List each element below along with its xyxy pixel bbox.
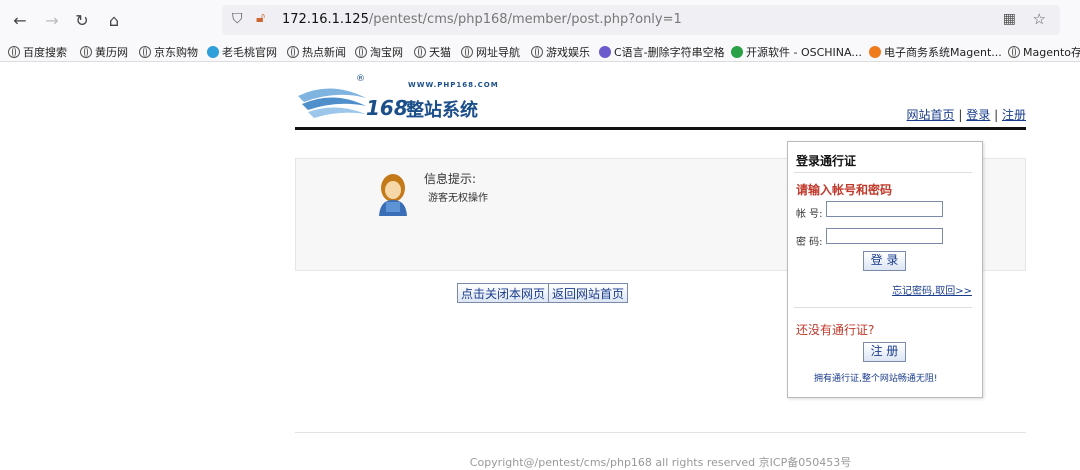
close-page-button[interactable]: 点击关闭本网页	[457, 283, 550, 303]
bookmark-item[interactable]: 老毛桃官网	[207, 44, 277, 60]
register-button[interactable]: 注 册	[863, 342, 906, 362]
address-bar[interactable]: ⛉ 🔓︎ 172.16.1.125/pentest/cms/php168/mem…	[222, 5, 1060, 35]
bookmark-item[interactable]: 百度搜索	[8, 44, 67, 60]
separator: |	[958, 108, 963, 122]
login-heading: 登录通行证	[796, 154, 857, 168]
password-label: 密 码:	[796, 237, 823, 248]
bookmark-item[interactable]: 京东购物	[139, 44, 198, 60]
site-logo[interactable]: ® WWW.PHP168.COM 168 整站系统	[296, 74, 499, 124]
username-input[interactable]	[826, 201, 943, 217]
bookmark-item[interactable]: 网址导航	[461, 44, 520, 60]
forward-arrow-icon[interactable]: →	[40, 8, 64, 32]
login-submit-button[interactable]: 登 录	[863, 251, 906, 271]
header-divider	[295, 127, 1026, 130]
login-prompt: 请输入帐号和密码	[796, 183, 893, 197]
message-title: 信息提示:	[424, 172, 477, 186]
bookmark-item[interactable]: 天猫	[414, 44, 451, 60]
bookmark-item[interactable]: 黄历网	[80, 44, 128, 60]
globe-icon	[531, 46, 543, 58]
bookmark-item[interactable]: C语言-删除字符串空格	[599, 44, 725, 60]
globe-icon	[8, 46, 20, 58]
message-text: 游客无权操作	[428, 193, 488, 204]
reload-icon[interactable]: ↻	[70, 8, 94, 32]
globe-icon	[287, 46, 299, 58]
globe-icon	[80, 46, 92, 58]
globe-icon	[139, 46, 151, 58]
home-icon[interactable]: ⌂	[102, 8, 126, 32]
paw-icon	[599, 46, 611, 58]
footer-divider	[295, 432, 1026, 433]
login-panel: 登录通行证 请输入帐号和密码 帐 号: 密 码: 登 录 忘记密码,取回>> 还…	[787, 141, 983, 398]
login-link[interactable]: 登录	[966, 108, 990, 122]
browser-toolbar: ← → ↻ ⌂ ⛉ 🔓︎ 172.16.1.125/pentest/cms/ph…	[0, 0, 1080, 40]
user-avatar-icon	[379, 174, 407, 216]
insecure-lock-icon[interactable]: 🔓︎	[256, 10, 265, 26]
register-link[interactable]: 注册	[1002, 108, 1026, 122]
login-tip: 拥有通行证,整个网站畅通无阻!	[814, 374, 938, 384]
qr-code-icon[interactable]: ▦	[1003, 11, 1016, 27]
footer-text: Copyright@/pentest/cms/php168 all rights…	[469, 456, 852, 469]
username-label: 帐 号:	[796, 209, 823, 220]
bookmark-item[interactable]: Magento存	[1008, 44, 1080, 60]
shield-icon[interactable]: ⛉	[232, 11, 243, 27]
magento-icon	[869, 46, 881, 58]
password-input[interactable]	[826, 228, 943, 244]
globe-icon	[355, 46, 367, 58]
globe-icon	[461, 46, 473, 58]
home-link[interactable]: 网站首页	[907, 108, 955, 122]
logo-site-url: WWW.PHP168.COM	[408, 81, 499, 89]
oschina-icon	[731, 46, 743, 58]
divider	[794, 307, 972, 308]
back-home-button[interactable]: 返回网站首页	[548, 283, 629, 303]
top-links: 网站首页 | 登录 | 注册	[907, 106, 1026, 123]
wing-logo-icon	[298, 88, 366, 118]
bookmark-item[interactable]: 淘宝网	[355, 44, 403, 60]
bookmark-item[interactable]: 热点新闻	[287, 44, 346, 60]
divider	[794, 172, 972, 173]
separator: |	[994, 108, 999, 122]
bookmark-item[interactable]: 电子商务系统Magent...	[869, 44, 1002, 60]
site-icon	[207, 46, 219, 58]
bookmark-item[interactable]: 游戏娱乐	[531, 44, 590, 60]
bookmark-star-icon[interactable]: ☆	[1033, 10, 1046, 28]
forgot-password-link[interactable]: 忘记密码,取回>>	[892, 282, 972, 297]
no-account-text: 还没有通行证?	[796, 323, 875, 337]
bookmarks-bar: 百度搜索 黄历网 京东购物 老毛桃官网 热点新闻 淘宝网 天猫 网址导航 游戏娱…	[0, 40, 1080, 62]
globe-icon	[1008, 46, 1020, 58]
bookmark-item[interactable]: 开源软件 - OSCHINA...	[731, 44, 862, 60]
logo-name: 整站系统	[406, 100, 478, 121]
back-arrow-icon[interactable]: ←	[8, 8, 32, 32]
globe-icon	[414, 46, 426, 58]
logo-number: 168	[366, 96, 408, 120]
registered-mark: ®	[356, 74, 365, 84]
url-text[interactable]: 172.16.1.125/pentest/cms/php168/member/p…	[282, 12, 682, 27]
